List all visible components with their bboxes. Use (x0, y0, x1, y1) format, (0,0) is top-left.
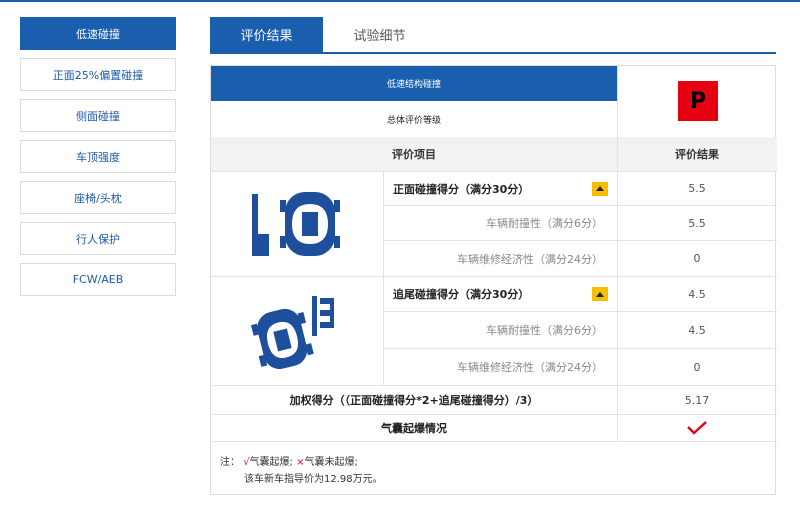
front-score-value: 5.5 (688, 182, 706, 195)
front-score-title: 正面碰撞得分（满分30分） (393, 182, 530, 196)
rear-crashworthiness-value: 4.5 (688, 323, 706, 337)
note-prefix: 注： (220, 457, 240, 468)
sidebar-item-front-offset[interactable]: 正面25%偏置碰撞 (20, 58, 176, 91)
sidebar-item-roof-strength[interactable]: 车顶强度 (20, 140, 176, 173)
section-title: 低速结构碰撞 (211, 66, 617, 101)
result-panel: 低速结构碰撞 总体评价等级 P 评价项目 评价结果 正面碰撞得分（满分30分） … (210, 65, 777, 495)
note-price: 该车新车指导价为12.98万元。 (244, 474, 383, 485)
header-result: 评价结果 (617, 137, 777, 171)
front-repair-economy-label: 车辆维修经济性（满分24分） (457, 252, 603, 266)
divider (617, 414, 618, 441)
sidebar-item-low-speed[interactable]: 低速碰撞 (20, 17, 176, 50)
tab-result[interactable]: 评价结果 (210, 17, 323, 52)
header-item: 评价项目 (211, 137, 617, 171)
front-crashworthiness-label: 车辆耐撞性（满分6分） (486, 217, 603, 230)
front-score-label: 正面碰撞得分（满分30分） (383, 172, 617, 205)
weighted-score-value: 5.17 (684, 393, 710, 407)
rear-repair-economy-label: 车辆维修经济性（满分24分） (457, 361, 603, 374)
rear-score-value: 4.5 (688, 287, 706, 301)
rear-score-label: 追尾碰撞得分（满分30分） (383, 277, 617, 311)
rear-crash-icon (250, 296, 334, 370)
cross-icon: × (296, 457, 305, 468)
note-deployed: 气囊起爆; (249, 457, 293, 468)
rear-crashworthiness-label: 车辆耐撞性（满分6分） (486, 324, 603, 337)
front-repair-economy-value: 0 (693, 252, 701, 265)
divider (617, 66, 618, 137)
divider (617, 385, 618, 414)
footnote: 注： √气囊起爆; ×气囊未起爆; 该车新车指导价为12.98万元。 (220, 454, 383, 488)
divider (211, 441, 777, 442)
front-crash-icon (252, 192, 340, 256)
front-crashworthiness-value: 5.5 (688, 216, 706, 230)
sidebar-item-pedestrian[interactable]: 行人保护 (20, 222, 176, 255)
airbag-status-label: 气囊起爆情况 (381, 422, 447, 435)
weighted-score-label: 加权得分（（正面碰撞得分*2+追尾碰撞得分）/3） (289, 394, 539, 407)
sidebar-item-side-impact[interactable]: 侧面碰撞 (20, 99, 176, 132)
check-icon (687, 421, 707, 435)
rear-score-title: 追尾碰撞得分（满分30分） (393, 288, 530, 301)
tab-detail[interactable]: 试验细节 (323, 17, 436, 52)
tab-bar: 评价结果 试验细节 (210, 17, 776, 54)
overall-rating-label: 总体评价等级 (386, 115, 441, 126)
grade-badge: P (678, 81, 718, 121)
collapse-up-icon[interactable] (592, 181, 608, 196)
front-impact-illustration (211, 172, 383, 276)
divider (617, 137, 618, 171)
top-accent-line (0, 0, 800, 2)
note-not-deployed: 气囊未起爆; (304, 457, 358, 468)
sidebar-item-fcw-aeb[interactable]: FCW/AEB (20, 263, 176, 296)
sidebar-item-seat-headrest[interactable]: 座椅/头枕 (20, 181, 176, 214)
airbag-status-value (617, 415, 777, 441)
sidebar: 低速碰撞 正面25%偏置碰撞 侧面碰撞 车顶强度 座椅/头枕 行人保护 FCW/… (20, 17, 176, 304)
rear-impact-illustration (211, 277, 383, 385)
collapse-up-icon[interactable] (592, 287, 608, 301)
rear-repair-economy-value: 0 (693, 360, 701, 374)
